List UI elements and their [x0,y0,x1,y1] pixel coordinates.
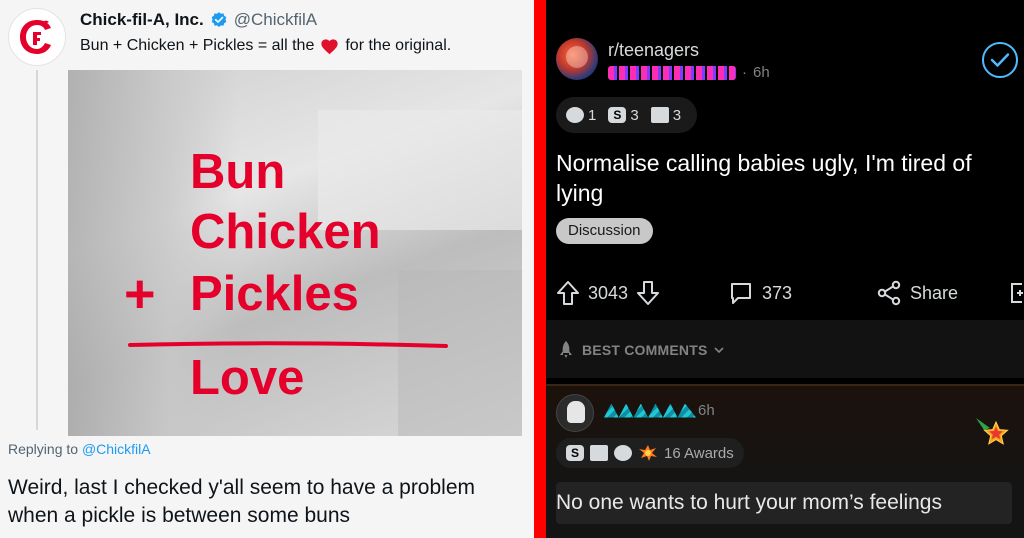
image-background-shade [398,270,522,436]
rocket-icon [560,341,572,358]
reply-text: Weird, last I checked y'all seem to have… [8,476,476,527]
comment-awards[interactable]: S 16 Awards [556,438,744,468]
share-label: Share [910,282,959,303]
share-icon [877,280,901,306]
post-age: 6h [753,64,770,81]
verified-badge-icon [211,12,227,27]
check-icon [990,53,1010,67]
comment-meta: 6h [604,402,715,419]
comment-age: 6h [698,402,715,419]
award-count: 1 [588,106,597,124]
replying-to: Replying to @ChickfilA [8,441,151,457]
save-icon [1011,283,1023,303]
thread-line [36,70,38,430]
comments-count: 373 [762,282,793,303]
helpful-award-icon: S [608,107,627,123]
poster-plus-sign: + [124,264,156,324]
chevron-down-icon [713,347,724,354]
tweet-panel: Chick-fil-A, Inc. @ChickfilA Bun + Chick… [0,0,534,538]
wholesome-award-icon [590,445,608,461]
upvote-icon[interactable] [556,280,580,306]
top-comment[interactable]: 6h S 16 Awards No one wants to hurt your… [546,384,1024,538]
vote-count: 3043 [588,282,629,303]
post-title[interactable]: Normalise calling babies ugly, I'm tired… [556,148,1016,208]
award-item: S 3 [608,106,639,124]
burst-award-icon [639,445,657,461]
tweet-author[interactable]: Chick-fil-A, Inc. @ChickfilA [80,10,317,30]
post-separator: · [742,64,747,81]
helpful-award-icon: S [566,445,584,461]
award-item: 1 [566,107,596,124]
silver-award-icon [566,107,584,123]
red-divider [534,0,546,538]
reddit-panel: r/teenagers · 6h 1 S 3 3 Normalise calli… [546,0,1024,538]
post-meta: · 6h [608,64,770,81]
tweet-text-part2: for the original. [345,37,452,54]
award-count: 3 [672,106,682,124]
star-award-icon [976,418,1009,445]
comment-icon [731,283,751,304]
replying-handle-link[interactable]: @ChickfilA [82,441,151,457]
sort-comments-button[interactable]: BEST COMMENTS [556,340,724,360]
tweet-image[interactable]: Bun Chicken + Pickles Love [68,70,522,436]
author-display-name[interactable]: Chick-fil-A, Inc. [80,10,204,30]
award-count: 3 [630,106,639,124]
vote-group: 3043 [556,276,660,310]
commenter-avatar[interactable] [556,394,594,432]
post-awards[interactable]: 1 S 3 3 [556,97,698,133]
post-actions: 3043 373 Share [556,276,1024,310]
poster-line-pickles: Pickles [190,267,359,321]
poster-line-chicken: Chicken [190,205,381,259]
award-item: 3 [650,106,682,124]
redacted-username [608,65,736,80]
poster-line-bun: Bun [190,145,286,199]
heart-icon [321,38,338,54]
comments-button[interactable]: 373 [728,276,792,310]
poster-line-love: Love [190,351,305,405]
tweet-text: Bun + Chicken + Pickles = all the for th… [80,37,451,55]
subreddit-name[interactable]: r/teenagers [608,40,699,61]
wholesome-award-icon [650,107,669,123]
silver-award-icon [614,445,632,461]
subreddit-avatar[interactable] [556,38,598,80]
replying-label: Replying to [8,441,79,457]
post-flair[interactable]: Discussion [556,218,653,244]
tweet-text-part1: Bun + Chicken + Pickles = all the [80,37,315,54]
share-button[interactable]: Share [876,276,958,310]
sort-label: BEST COMMENTS [582,342,708,358]
author-handle[interactable]: @ChickfilA [234,10,317,30]
downvote-icon[interactable] [636,280,660,306]
comment-awards-label: 16 Awards [664,444,734,462]
comment-text: No one wants to hurt your mom’s feelings [556,482,1012,524]
chickfila-logo-icon[interactable] [8,8,66,66]
redacted-commenter-name [604,403,696,418]
save-button[interactable] [1008,276,1024,310]
join-check-button[interactable] [982,42,1018,78]
